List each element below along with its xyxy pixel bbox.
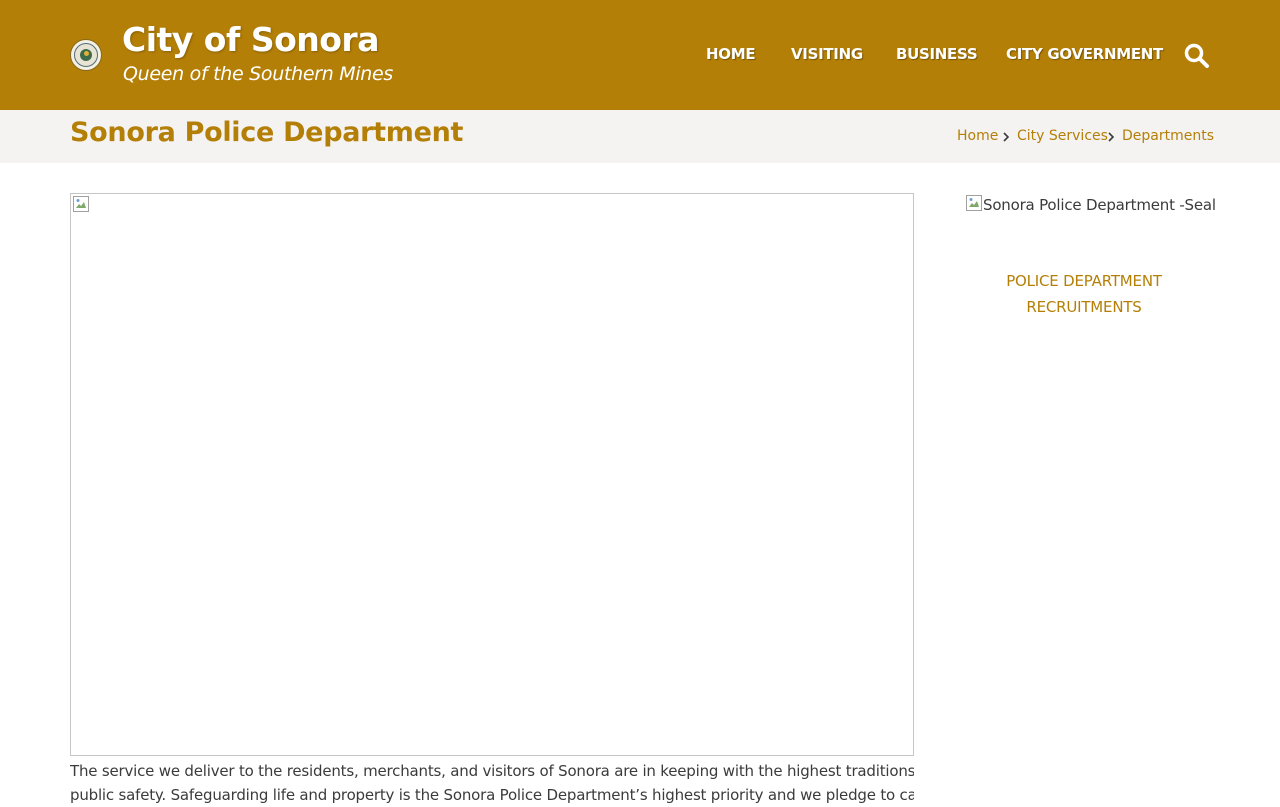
search-icon (1184, 43, 1209, 68)
paragraph-line: The service we deliver to the residents,… (70, 762, 914, 780)
recruit-link-line: RECRUITMENTS (1026, 298, 1142, 316)
chevron-right-icon (1003, 132, 1010, 142)
breadcrumb-city-services[interactable]: City Services (1017, 128, 1108, 144)
recruit-link-line: POLICE DEPARTMENT (1006, 272, 1162, 290)
main-nav: HOME VISITING BUSINESS CITY GOVERNMENT (0, 45, 1280, 67)
paragraph-line: public safety. Safeguarding life and pro… (70, 786, 914, 804)
breadcrumb-home[interactable]: Home (957, 128, 998, 144)
search-button[interactable] (1183, 42, 1211, 70)
main-image (70, 193, 914, 756)
chevron-right-icon (1108, 132, 1115, 142)
nav-item-visiting[interactable]: VISITING (791, 45, 863, 63)
seal-alt-text: Sonora Police Department -Seal (983, 196, 1216, 214)
police-recruitments-link[interactable]: POLICE DEPARTMENT RECRUITMENTS (966, 268, 1202, 320)
nav-item-city-government[interactable]: CITY GOVERNMENT (1006, 45, 1163, 63)
broken-image-icon (966, 195, 982, 211)
site-header: City of Sonora Queen of the Southern Min… (0, 0, 1280, 110)
breadcrumb-departments[interactable]: Departments (1122, 128, 1214, 144)
police-seal-image: Sonora Police Department -Seal (966, 194, 1216, 218)
breadcrumb: Home City Services Departments (0, 128, 1280, 148)
nav-item-home[interactable]: HOME (706, 45, 756, 63)
broken-image-icon (73, 196, 89, 212)
nav-item-business[interactable]: BUSINESS (896, 45, 978, 63)
